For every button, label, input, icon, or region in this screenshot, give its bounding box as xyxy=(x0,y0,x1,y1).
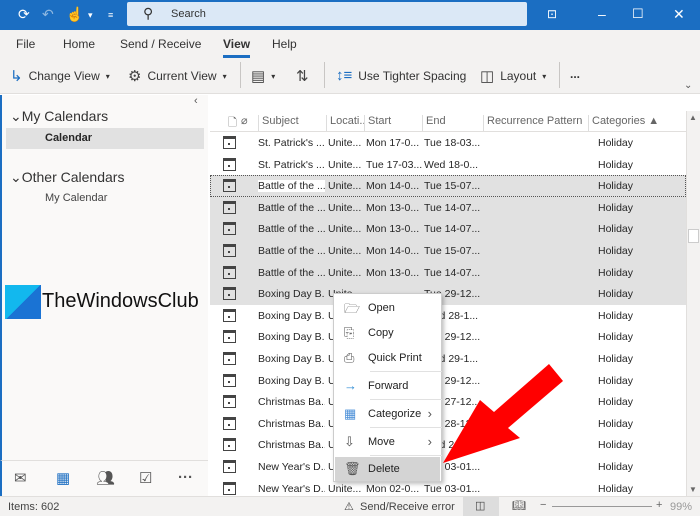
red-arrow xyxy=(443,364,563,463)
annotation-arrow xyxy=(443,364,563,463)
